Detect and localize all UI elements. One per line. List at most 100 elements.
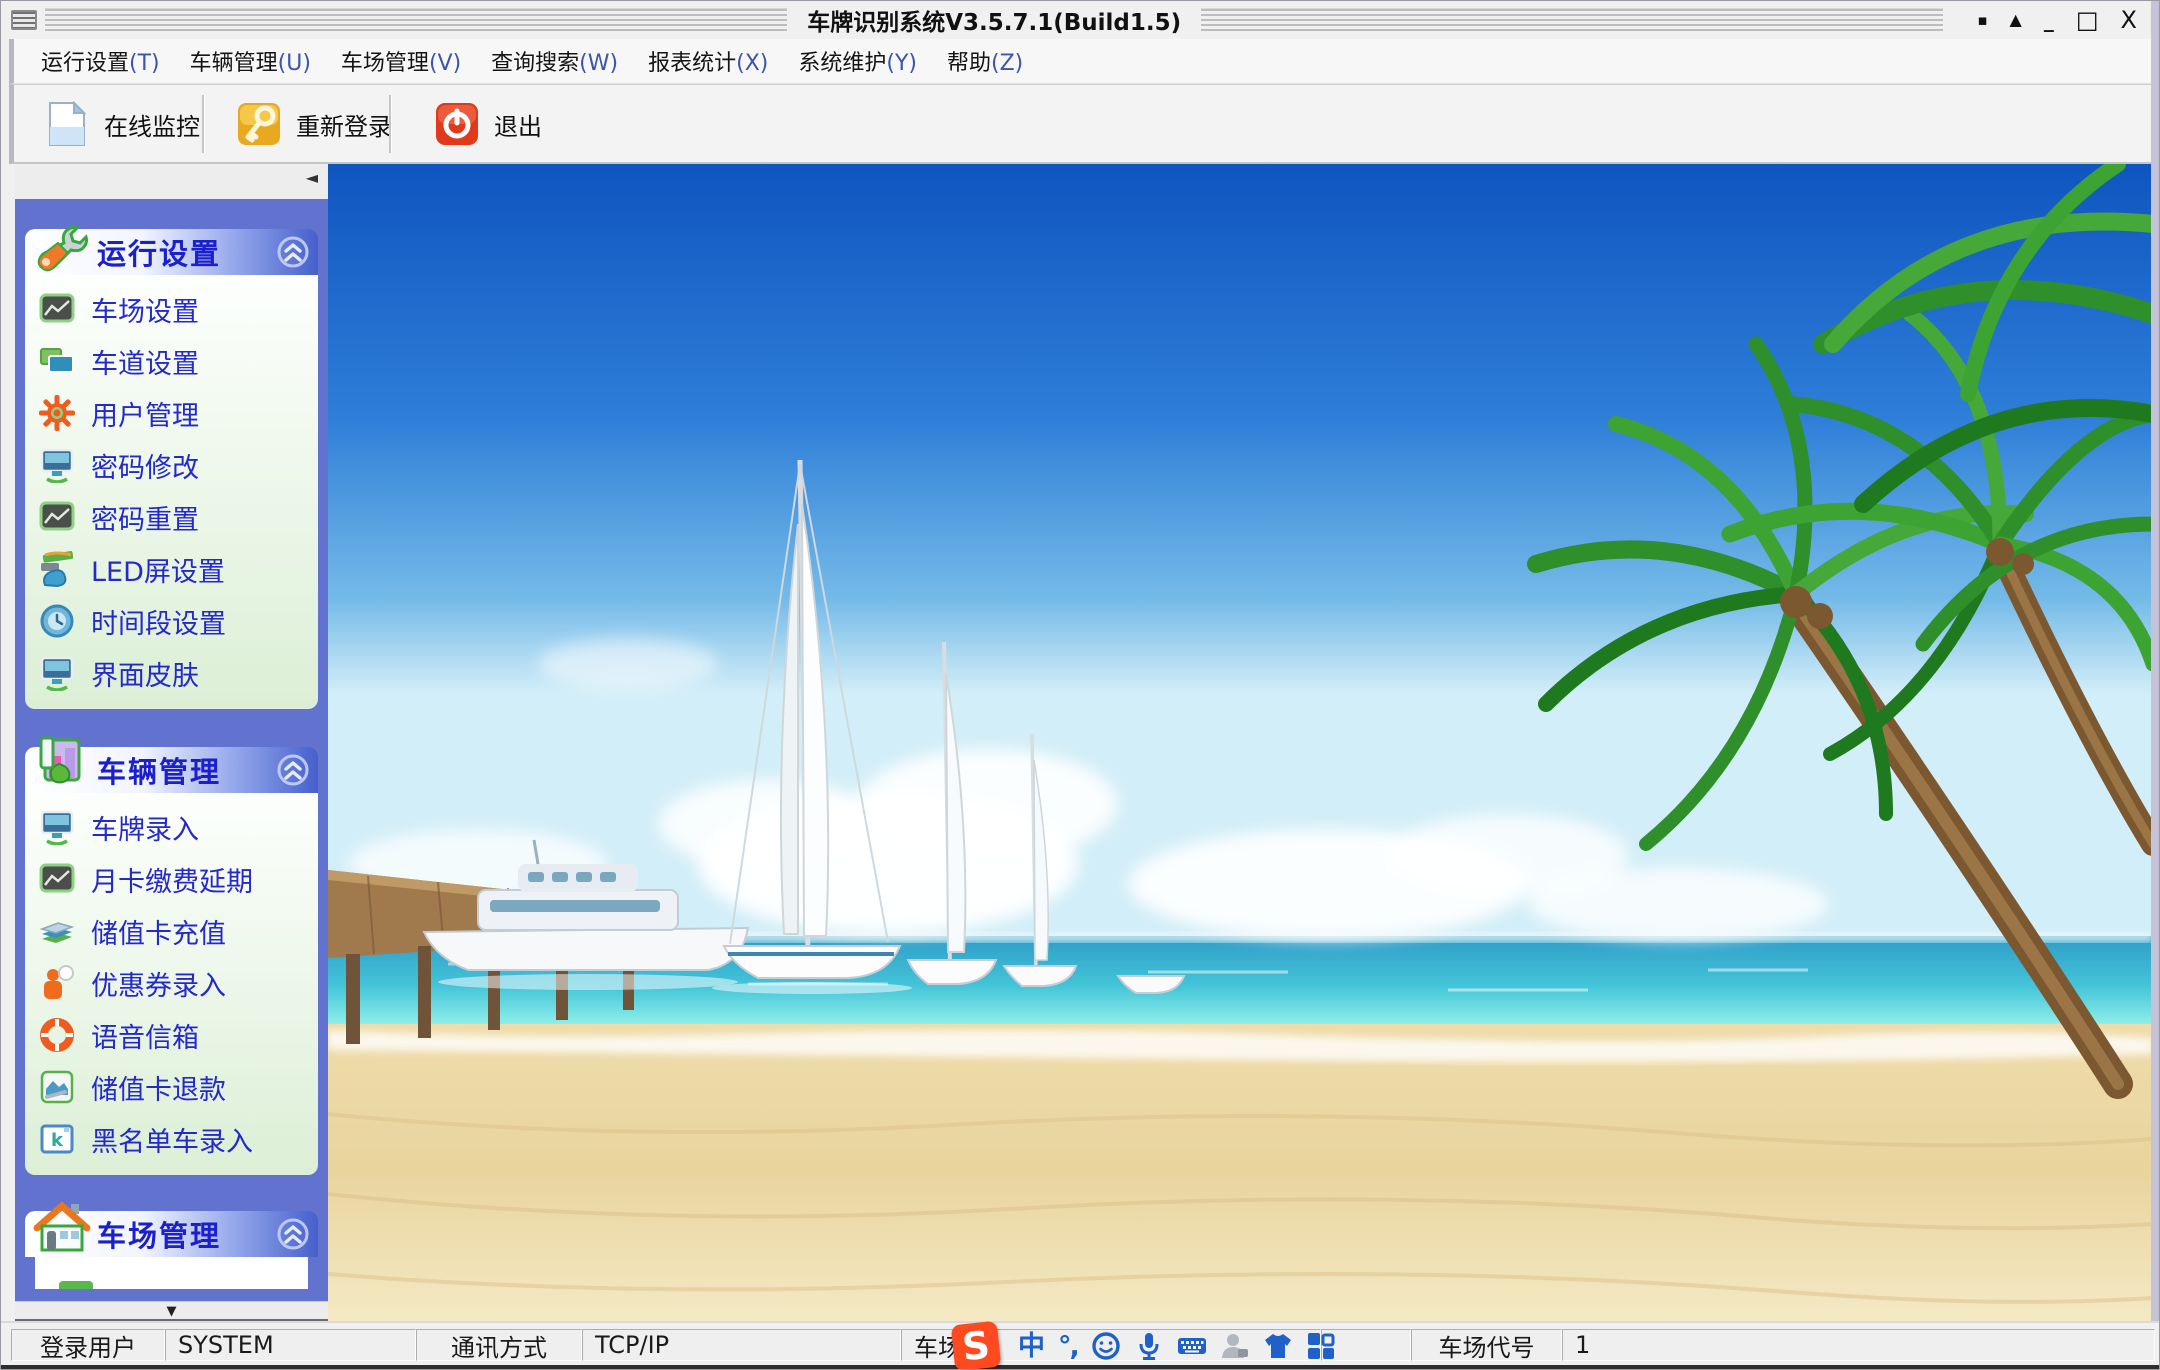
menu-vehicle-management[interactable]: 车辆管理(U) bbox=[175, 45, 326, 77]
power-icon bbox=[434, 101, 480, 147]
toolbar: 在线监控 重新登录 退出 bbox=[9, 84, 2153, 164]
blacklist-k-icon: k bbox=[39, 1121, 75, 1157]
emoji-icon[interactable] bbox=[1091, 1331, 1121, 1361]
sidebar-item-stored-card-recharge[interactable]: 储值卡充值 bbox=[25, 905, 318, 957]
tools-icon bbox=[33, 216, 91, 274]
collapse-chevron-icon[interactable] bbox=[276, 1217, 310, 1251]
sidebar-item-lane-settings[interactable]: 车道设置 bbox=[25, 335, 318, 387]
sidebar-item-plate-entry[interactable]: 车牌录入 bbox=[25, 801, 318, 853]
gear-icon bbox=[39, 395, 75, 431]
voice-mic-icon[interactable] bbox=[1134, 1331, 1164, 1361]
menu-run-settings[interactable]: 运行设置(T) bbox=[26, 45, 175, 77]
close-button[interactable]: X bbox=[2121, 8, 2137, 32]
lifebuoy-icon bbox=[39, 1017, 75, 1053]
sidebar-item-led-screen-settings[interactable]: LED屏设置 bbox=[25, 543, 318, 595]
titlebar-gripper-left bbox=[45, 8, 787, 33]
sidebar-collapse-strip: ◄ bbox=[15, 164, 328, 200]
chart-screen-icon bbox=[39, 499, 75, 535]
app-window: 车牌识别系统V3.5.7.1(Build1.5) ▪ ▲ _ □ X 运行设置(… bbox=[0, 0, 2160, 1370]
sidebar: 运行设置 车场设置 bbox=[15, 199, 328, 1301]
chart-screen-icon bbox=[39, 291, 75, 327]
refund-card-icon bbox=[39, 1069, 75, 1105]
person-coupon-icon bbox=[39, 965, 75, 1001]
status-lot-code-value: 1 bbox=[1562, 1329, 2155, 1361]
status-login-user-value: SYSTEM bbox=[165, 1329, 416, 1361]
sidebar-item-password-reset[interactable]: 密码重置 bbox=[25, 491, 318, 543]
sidebar-item-password-change[interactable]: 密码修改 bbox=[25, 439, 318, 491]
exit-button[interactable]: 退出 bbox=[426, 97, 550, 151]
clock-icon bbox=[39, 603, 75, 639]
group-title: 车场管理 bbox=[97, 1213, 221, 1255]
window-controls: ▪ ▲ _ □ X bbox=[1951, 8, 2151, 32]
online-monitor-button[interactable]: 在线监控 bbox=[36, 97, 208, 151]
sidebar-item-time-period-settings[interactable]: 时间段设置 bbox=[25, 595, 318, 647]
sidebar-item-interface-skin[interactable]: 界面皮肤 bbox=[25, 647, 318, 699]
sidebar-collapse-button[interactable]: ◄ bbox=[306, 170, 318, 186]
books-icon bbox=[39, 913, 75, 949]
group-title: 车辆管理 bbox=[97, 749, 221, 791]
status-lot-code-label: 车场代号 bbox=[1411, 1329, 1562, 1361]
sidebar-item-voice-mailbox[interactable]: 语音信箱 bbox=[25, 1009, 318, 1061]
sidebar-group-parking-management: 车场管理 bbox=[25, 1211, 318, 1289]
monitor-icon bbox=[39, 447, 75, 483]
sidebar-item-parking-lot-settings[interactable]: 车场设置 bbox=[25, 283, 318, 335]
collapse-chevron-icon[interactable] bbox=[276, 753, 310, 787]
collapse-chevron-icon[interactable] bbox=[276, 235, 310, 269]
menu-system-maintenance[interactable]: 系统维护(Y) bbox=[783, 45, 932, 77]
chinese-mode-icon[interactable]: 中 bbox=[1018, 1333, 1045, 1360]
sidebar-item-user-management[interactable]: 用户管理 bbox=[25, 387, 318, 439]
punctuation-icon[interactable]: °, bbox=[1058, 1333, 1078, 1360]
group-items-run-settings: 车场设置 车道设置 bbox=[25, 275, 318, 709]
main-content-area bbox=[328, 164, 2153, 1321]
group-title: 运行设置 bbox=[97, 231, 221, 273]
monitor-icon bbox=[39, 655, 75, 691]
sidebar-scroll-strip: ▼ bbox=[15, 1301, 328, 1320]
sidebar-scroll-down-button[interactable]: ▼ bbox=[167, 1304, 177, 1319]
house-icon bbox=[33, 1198, 91, 1256]
monitor-icon bbox=[39, 809, 75, 845]
rollup-button[interactable]: ▲ bbox=[2010, 12, 2022, 28]
titlebar-gripper-right bbox=[1201, 8, 1943, 33]
window-right-edge bbox=[2151, 1, 2159, 1370]
menu-help[interactable]: 帮助(Z) bbox=[932, 45, 1038, 77]
relogin-button[interactable]: 重新登录 bbox=[228, 97, 400, 151]
sidebar-item-blacklist-entry[interactable]: k 黑名单车录入 bbox=[25, 1113, 318, 1165]
beach-wallpaper bbox=[328, 164, 2153, 1321]
title-bar[interactable]: 车牌识别系统V3.5.7.1(Build1.5) ▪ ▲ _ □ X bbox=[1, 1, 2160, 39]
menu-parking-management[interactable]: 车场管理(V) bbox=[326, 45, 476, 77]
shade-button[interactable]: ▪ bbox=[1977, 13, 1987, 28]
sidebar-item-coupon-entry[interactable]: 优惠券录入 bbox=[25, 957, 318, 1009]
sidebar-item-monthly-card-renewal[interactable]: 月卡缴费延期 bbox=[25, 853, 318, 905]
clipped-item-icon bbox=[59, 1281, 93, 1289]
ime-language-bar: S 中 °, bbox=[953, 1323, 1336, 1369]
document-icon bbox=[44, 101, 90, 147]
status-comm-mode-value: TCP/IP bbox=[582, 1329, 901, 1361]
toolbar-separator bbox=[202, 95, 205, 153]
sidebar-group-vehicle-management: 车辆管理 车牌录入 bbox=[25, 747, 318, 1175]
status-login-user-label: 登录用户 bbox=[11, 1329, 165, 1361]
chart-screen-icon bbox=[39, 861, 75, 897]
group-header-run-settings[interactable]: 运行设置 bbox=[25, 229, 318, 275]
toolbar-separator bbox=[389, 95, 392, 153]
dual-screen-icon bbox=[39, 343, 75, 379]
toolbox-grid-icon[interactable] bbox=[1306, 1331, 1336, 1361]
status-bar: 登录用户 SYSTEM 通讯方式 TCP/IP 车场 车场代号 1 S 中 °, bbox=[1, 1321, 2160, 1370]
group-header-vehicle-management[interactable]: 车辆管理 bbox=[25, 747, 318, 793]
group-items-parking-management-partial bbox=[35, 1257, 308, 1289]
key-icon bbox=[236, 101, 282, 147]
maximize-button[interactable]: □ bbox=[2076, 8, 2099, 32]
status-comm-mode-label: 通讯方式 bbox=[416, 1329, 582, 1361]
group-items-vehicle-management: 车牌录入 月卡缴费延期 储值卡充值 bbox=[25, 793, 318, 1175]
menu-query-search[interactable]: 查询搜索(W) bbox=[476, 45, 633, 77]
soft-keyboard-icon[interactable] bbox=[1177, 1331, 1207, 1361]
skin-shirt-icon[interactable] bbox=[1263, 1331, 1293, 1361]
sogou-logo-icon[interactable]: S bbox=[951, 1321, 1002, 1370]
sidebar-item-stored-card-refund[interactable]: 储值卡退款 bbox=[25, 1061, 318, 1113]
account-person-icon[interactable] bbox=[1220, 1331, 1250, 1361]
window-title: 车牌识别系统V3.5.7.1(Build1.5) bbox=[795, 3, 1193, 37]
app-icon bbox=[11, 10, 37, 30]
flask-icon bbox=[33, 734, 91, 792]
menu-report-statistics[interactable]: 报表统计(X) bbox=[633, 45, 783, 77]
minimize-button[interactable]: _ bbox=[2044, 10, 2054, 30]
group-header-parking-management[interactable]: 车场管理 bbox=[25, 1211, 318, 1257]
